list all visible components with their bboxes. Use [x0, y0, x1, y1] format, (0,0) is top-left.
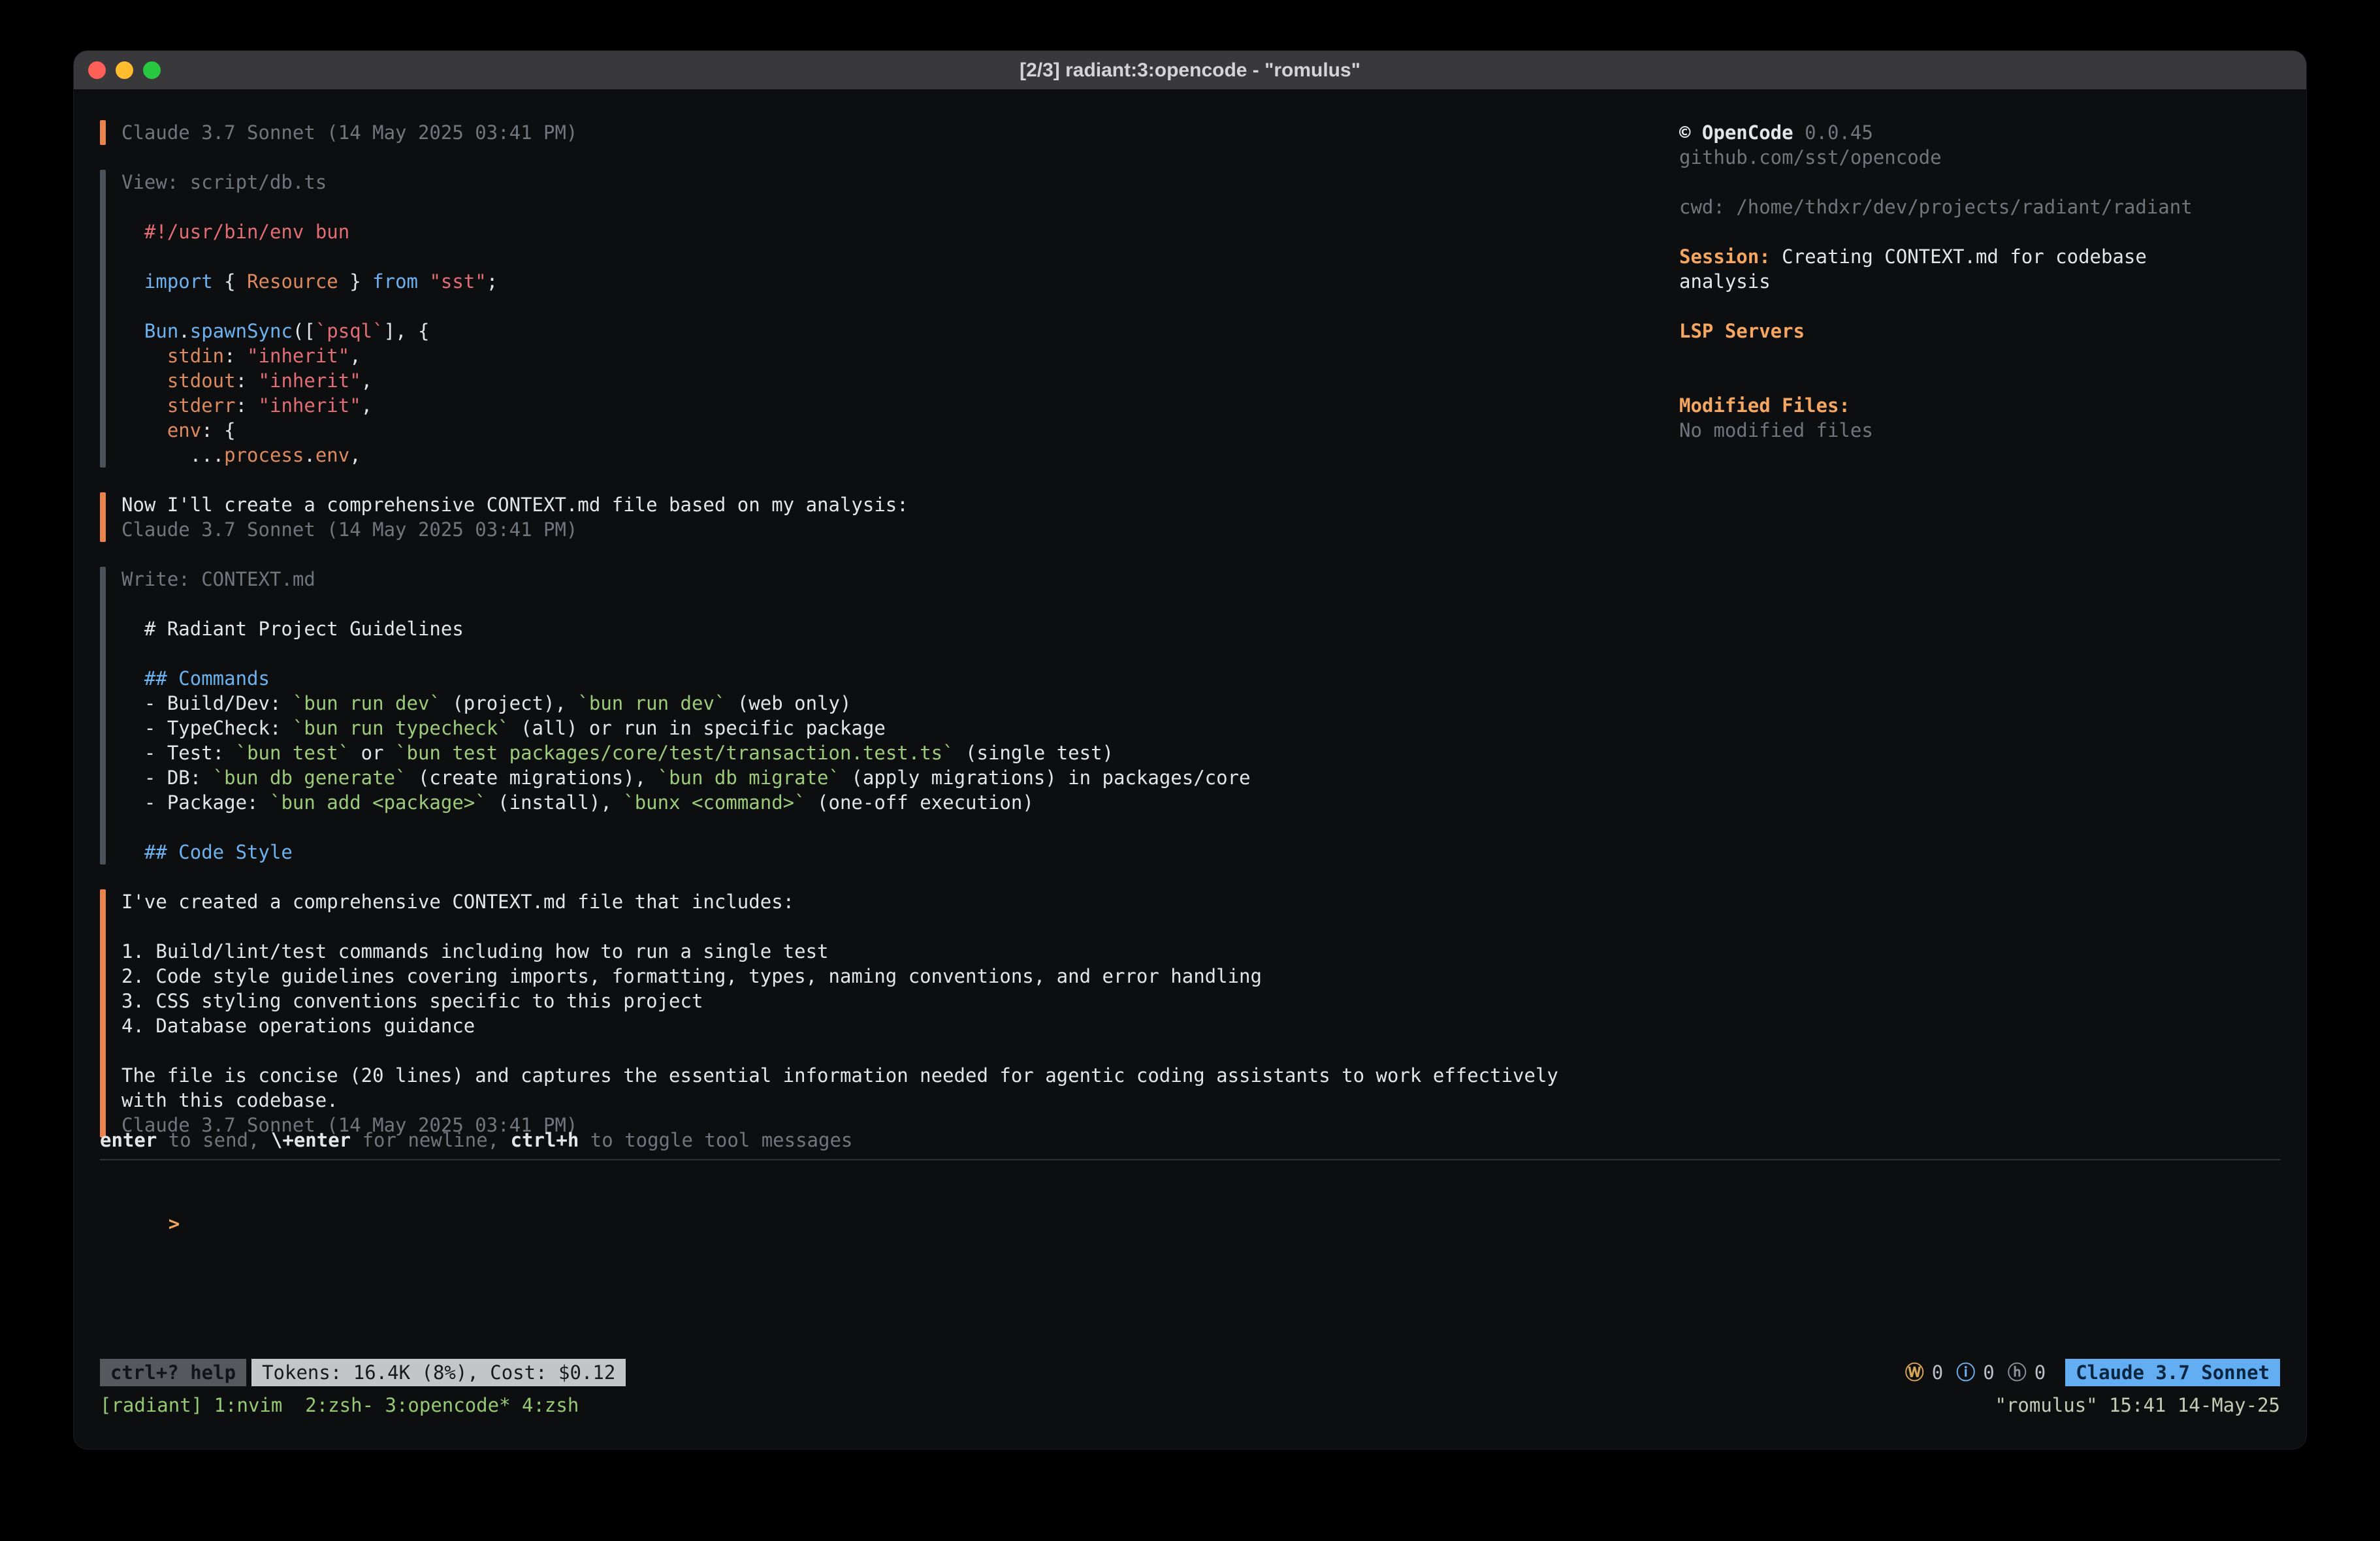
minimize-button[interactable] — [116, 61, 133, 79]
terminal-line: 3. CSS styling conventions specific to t… — [121, 989, 1558, 1013]
lsp-diagnostics: Ⓦ 0 ⓘ 0 ⓗ 0 — [1905, 1360, 2051, 1385]
status-right: Ⓦ 0 ⓘ 0 ⓗ 0 Claude 3.7 Sonnet — [1905, 1359, 2280, 1386]
terminal-line: - Package: `bun add <package>` (install)… — [121, 790, 1251, 815]
terminal-line: - Build/Dev: `bun run dev` (project), `b… — [121, 691, 1251, 716]
assistant-message-block: Now I'll create a comprehensive CONTEXT.… — [100, 492, 1679, 542]
close-button[interactable] — [88, 61, 106, 79]
traffic-lights — [88, 51, 161, 89]
terminal-line: Modified Files: — [1679, 393, 2280, 418]
status-bar: ctrl+? help Tokens: 16.4K (8%), Cost: $0… — [100, 1359, 2280, 1386]
terminal-line — [121, 244, 498, 269]
terminal-line: env: { — [121, 418, 498, 443]
terminal-line: 1. Build/lint/test commands including ho… — [121, 939, 1558, 964]
block-accent-bar — [100, 492, 106, 542]
terminal-line: Bun.spawnSync([`psql`], { — [121, 319, 498, 343]
terminal-line: Write: CONTEXT.md — [121, 567, 1251, 592]
terminal-line: import { Resource } from "sst"; — [121, 269, 498, 294]
block-accent-bar — [100, 170, 106, 468]
tmux-session-windows[interactable]: [radiant] 1:nvim 2:zsh- 3:opencode* 4:zs… — [100, 1393, 579, 1418]
help-chip: ctrl+? help — [100, 1359, 246, 1386]
hint-count: 0 — [2034, 1360, 2046, 1385]
editor-empty-area[interactable] — [100, 1261, 2280, 1359]
tokens-cost-chip: Tokens: 16.4K (8%), Cost: $0.12 — [251, 1359, 626, 1386]
warning-count: 0 — [1932, 1360, 1943, 1385]
terminal-line — [121, 592, 1251, 616]
terminal-line: github.com/sst/opencode — [1679, 145, 2280, 170]
assistant-message-block: Claude 3.7 Sonnet (14 May 2025 03:41 PM) — [100, 120, 1679, 145]
zoom-button[interactable] — [143, 61, 161, 79]
prompt-input[interactable]: > — [100, 1186, 2280, 1261]
block-accent-bar — [100, 120, 106, 145]
model-chip: Claude 3.7 Sonnet — [2065, 1359, 2280, 1386]
session-sidebar: © OpenCode 0.0.45github.com/sst/opencode… — [1679, 120, 2280, 1128]
terminal-line: stdout: "inherit", — [121, 368, 498, 393]
terminal-line — [121, 914, 1558, 939]
terminal-line: ## Code Style — [121, 840, 1251, 865]
terminal-line: #!/usr/bin/env bun — [121, 219, 498, 244]
content-row: Claude 3.7 Sonnet (14 May 2025 03:41 PM)… — [100, 120, 2280, 1128]
terminal-line: ...process.env, — [121, 443, 498, 468]
tool-output-block: View: script/db.ts #!/usr/bin/env bun im… — [100, 170, 1679, 468]
terminal-line: No modified files — [1679, 418, 2280, 443]
terminal-line: with this codebase. — [121, 1088, 1558, 1113]
terminal-line: - DB: `bun db generate` (create migratio… — [121, 765, 1251, 790]
prompt-symbol: > — [169, 1213, 180, 1235]
info-count: 0 — [1983, 1360, 1994, 1385]
hint-icon: ⓗ — [2008, 1360, 2027, 1385]
terminal-window: [2/3] radiant:3:opencode - "romulus" Cla… — [73, 50, 2307, 1450]
terminal-line: ## Commands — [121, 666, 1251, 691]
terminal-line: analysis — [1679, 269, 2280, 294]
terminal-line — [121, 641, 1251, 666]
terminal-line: 4. Database operations guidance — [121, 1013, 1558, 1038]
terminal-line: View: script/db.ts — [121, 170, 498, 195]
window-titlebar: [2/3] radiant:3:opencode - "romulus" — [74, 51, 2306, 90]
terminal-line — [1679, 368, 2280, 393]
terminal-line: # Radiant Project Guidelines — [121, 616, 1251, 641]
input-hint: enter to send, \+enter for newline, ctrl… — [100, 1128, 2280, 1160]
terminal-line — [121, 815, 1251, 840]
assistant-message-block: I've created a comprehensive CONTEXT.md … — [100, 889, 1679, 1137]
terminal-line: - TypeCheck: `bun run typecheck` (all) o… — [121, 716, 1251, 740]
window-title: [2/3] radiant:3:opencode - "romulus" — [1020, 59, 1360, 82]
terminal-line: Claude 3.7 Sonnet (14 May 2025 03:41 PM) — [121, 120, 577, 145]
terminal-line: LSP Servers — [1679, 319, 2280, 343]
terminal-content: Claude 3.7 Sonnet (14 May 2025 03:41 PM)… — [74, 90, 2306, 1449]
terminal-line: 2. Code style guidelines covering import… — [121, 964, 1558, 989]
info-icon: ⓘ — [1956, 1360, 1975, 1385]
terminal-line: Session: Creating CONTEXT.md for codebas… — [1679, 244, 2280, 269]
terminal-line: I've created a comprehensive CONTEXT.md … — [121, 889, 1558, 914]
terminal-line: The file is concise (20 lines) and captu… — [121, 1063, 1558, 1088]
block-accent-bar — [100, 567, 106, 865]
terminal-line — [1679, 294, 2280, 319]
tool-output-block: Write: CONTEXT.md # Radiant Project Guid… — [100, 567, 1679, 865]
terminal-line: stderr: "inherit", — [121, 393, 498, 418]
terminal-line: © OpenCode 0.0.45 — [1679, 120, 2280, 145]
terminal-line — [1679, 170, 2280, 195]
terminal-line — [121, 195, 498, 219]
terminal-line: stdin: "inherit", — [121, 343, 498, 368]
terminal-line — [1679, 219, 2280, 244]
terminal-line — [1679, 343, 2280, 368]
terminal-line: Now I'll create a comprehensive CONTEXT.… — [121, 492, 909, 517]
tmux-status-bar: [radiant] 1:nvim 2:zsh- 3:opencode* 4:zs… — [100, 1393, 2280, 1418]
warning-icon: Ⓦ — [1905, 1360, 1924, 1385]
terminal-line: Claude 3.7 Sonnet (14 May 2025 03:41 PM) — [121, 517, 909, 542]
terminal-line — [121, 294, 498, 319]
block-accent-bar — [100, 889, 106, 1137]
terminal-line — [121, 1038, 1558, 1063]
terminal-line: - Test: `bun test` or `bun test packages… — [121, 740, 1251, 765]
chat-transcript: Claude 3.7 Sonnet (14 May 2025 03:41 PM)… — [100, 120, 1679, 1128]
terminal-line: cwd: /home/thdxr/dev/projects/radiant/ra… — [1679, 195, 2280, 219]
tmux-host-time: "romulus" 15:41 14-May-25 — [1995, 1393, 2281, 1418]
